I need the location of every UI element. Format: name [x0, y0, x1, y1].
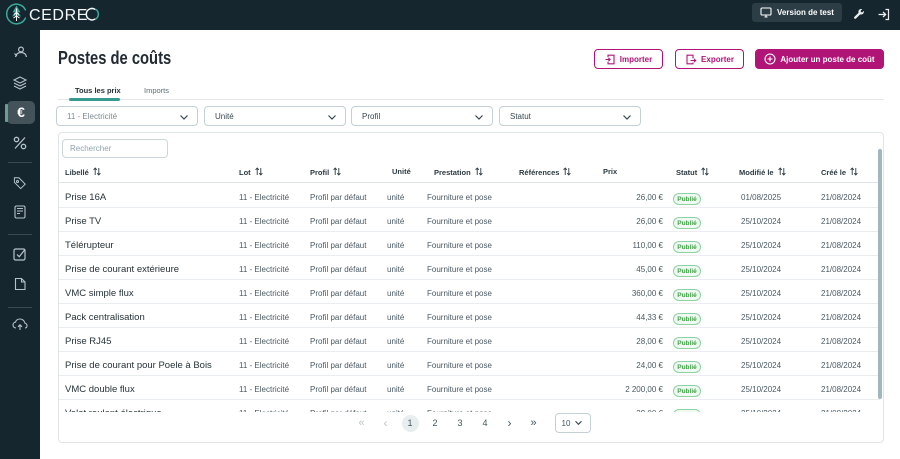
svg-text:CEDRE: CEDRE [29, 7, 88, 24]
